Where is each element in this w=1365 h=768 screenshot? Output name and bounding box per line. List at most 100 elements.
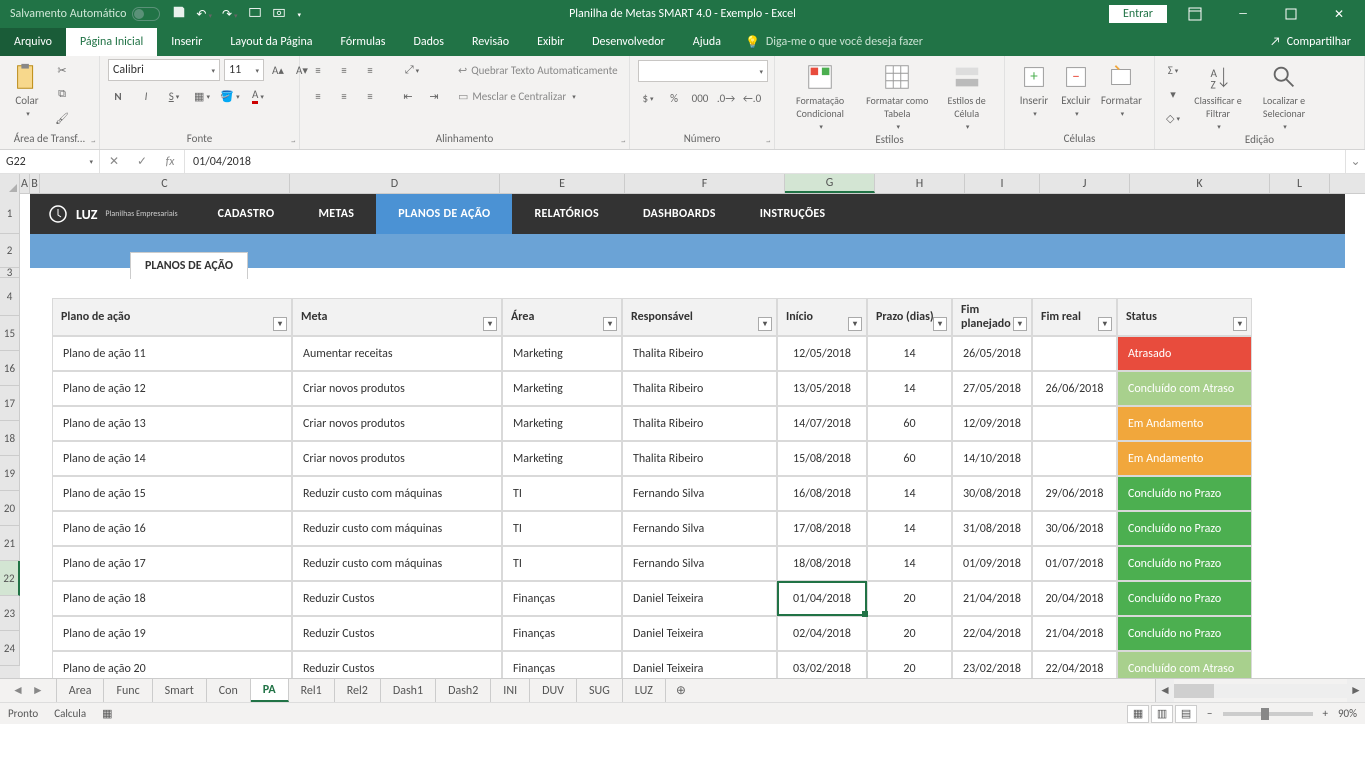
row-header-23[interactable]: 23 <box>0 596 20 631</box>
filter-icon[interactable]: ▾ <box>933 317 947 331</box>
minimize-icon[interactable]: ― <box>1223 0 1263 28</box>
cell[interactable]: 01/04/2018 <box>777 581 867 616</box>
filter-icon[interactable]: ▾ <box>483 317 497 331</box>
name-box[interactable]: G22▾ <box>0 150 100 173</box>
cell[interactable]: Thalita Ribeiro <box>622 441 777 476</box>
cell[interactable]: Marketing <box>502 441 622 476</box>
file-tab[interactable]: Arquivo <box>0 28 66 56</box>
font-size-combo[interactable]: 11▾ <box>224 59 264 81</box>
cell[interactable]: 26/05/2018 <box>952 336 1032 371</box>
cell[interactable]: Concluído no Prazo <box>1117 546 1252 581</box>
cell[interactable]: Marketing <box>502 406 622 441</box>
row-header-20[interactable]: 20 <box>0 491 20 526</box>
cell[interactable]: Concluído com Atraso <box>1117 371 1252 406</box>
filter-icon[interactable]: ▾ <box>273 317 287 331</box>
row-header-2[interactable]: 2 <box>0 234 20 268</box>
cell[interactable]: Plano de ação 19 <box>52 616 292 651</box>
cell[interactable]: Plano de ação 18 <box>52 581 292 616</box>
cell[interactable]: 01/09/2018 <box>952 546 1032 581</box>
cell[interactable]: Daniel Teixeira <box>622 616 777 651</box>
horizontal-scrollbar[interactable]: ◄ ► <box>1155 679 1365 702</box>
font-name-combo[interactable]: Calibri▾ <box>108 59 220 81</box>
cell[interactable]: 20/04/2018 <box>1032 581 1117 616</box>
ribbon-tab-exibir[interactable]: Exibir <box>523 28 578 56</box>
cancel-formula-icon[interactable]: ✕ <box>100 154 128 169</box>
sheet-nav-next-icon[interactable]: ► <box>32 683 44 698</box>
border-icon[interactable]: ▦▾ <box>192 86 212 106</box>
col-header--rea[interactable]: Área▾ <box>502 298 622 336</box>
sheet-tab-dash2[interactable]: Dash2 <box>436 679 491 702</box>
cell[interactable]: TI <box>502 546 622 581</box>
nav-instruções[interactable]: INSTRUÇÕES <box>738 194 848 234</box>
cell[interactable]: Criar novos produtos <box>292 406 502 441</box>
ribbon-tab-ajuda[interactable]: Ajuda <box>679 28 735 56</box>
ribbon-tab-revisão[interactable]: Revisão <box>458 28 523 56</box>
cell[interactable]: 12/05/2018 <box>777 336 867 371</box>
cell[interactable]: Plano de ação 20 <box>52 651 292 678</box>
cell[interactable]: 21/04/2018 <box>952 581 1032 616</box>
clear-icon[interactable]: ◇▾ <box>1163 108 1183 128</box>
page-layout-view-icon[interactable]: ▥ <box>1151 705 1173 723</box>
cell[interactable]: Em Andamento <box>1117 406 1252 441</box>
cell[interactable]: Atrasado <box>1117 336 1252 371</box>
save-icon[interactable] <box>172 5 186 23</box>
tell-me-search[interactable]: 💡 Diga-me o que você deseja fazer <box>735 28 923 56</box>
cell[interactable]: Aumentar receitas <box>292 336 502 371</box>
cell[interactable]: TI <box>502 476 622 511</box>
fill-icon[interactable]: ▾ <box>1163 84 1183 104</box>
col-header-in-cio[interactable]: Início▾ <box>777 298 867 336</box>
orientation-icon[interactable]: ⤢▾ <box>402 60 422 80</box>
ribbon-tab-desenvolvedor[interactable]: Desenvolvedor <box>578 28 679 56</box>
cell[interactable]: 30/08/2018 <box>952 476 1032 511</box>
cell[interactable]: 15/08/2018 <box>777 441 867 476</box>
format-painter-icon[interactable]: 🖌 <box>52 108 72 128</box>
decrease-indent-icon[interactable]: ⇤ <box>398 86 418 106</box>
increase-decimal-icon[interactable]: .0→ <box>716 88 736 108</box>
cell[interactable]: Finanças <box>502 581 622 616</box>
macro-record-icon[interactable]: ▦ <box>102 707 112 720</box>
sheet-tab-pa[interactable]: PA <box>251 679 289 702</box>
cell[interactable]: Concluído no Prazo <box>1117 616 1252 651</box>
camera-icon[interactable] <box>272 5 286 23</box>
paste-button[interactable]: Colar ▾ <box>8 60 46 120</box>
scroll-left-icon[interactable]: ◄ <box>1156 679 1174 702</box>
column-header-F[interactable]: F <box>625 174 785 193</box>
sheet-tab-dash1[interactable]: Dash1 <box>381 679 436 702</box>
cell[interactable]: Plano de ação 17 <box>52 546 292 581</box>
nav-relatórios[interactable]: RELATÓRIOS <box>512 194 621 234</box>
cell[interactable]: Plano de ação 15 <box>52 476 292 511</box>
cell[interactable]: Fernando Silva <box>622 546 777 581</box>
sheet-nav-prev-icon[interactable]: ◄ <box>12 683 24 698</box>
increase-indent-icon[interactable]: ⇥ <box>424 86 444 106</box>
enter-formula-icon[interactable]: ✓ <box>128 154 156 169</box>
cell[interactable]: 14 <box>867 546 952 581</box>
cell[interactable] <box>1032 336 1117 371</box>
sheet-tab-smart[interactable]: Smart <box>153 679 207 702</box>
cell[interactable]: Em Andamento <box>1117 441 1252 476</box>
autosave-toggle[interactable]: Salvamento Automático <box>10 7 160 21</box>
new-sheet-button[interactable]: ⊕ <box>666 679 696 702</box>
find-select-button[interactable]: Localizar e Selecionar▾ <box>1253 60 1315 133</box>
ribbon-tab-dados[interactable]: Dados <box>399 28 457 56</box>
row-header-18[interactable]: 18 <box>0 421 20 456</box>
undo-icon[interactable]: ↶▾ <box>196 7 212 22</box>
fill-color-icon[interactable]: 🪣▾ <box>220 86 240 106</box>
col-header-prazo-dias-[interactable]: Prazo (dias)▾ <box>867 298 952 336</box>
sheet-tab-ini[interactable]: INI <box>491 679 530 702</box>
align-right-icon[interactable]: ≡ <box>360 86 380 106</box>
cell[interactable]: 60 <box>867 406 952 441</box>
italic-icon[interactable]: I <box>136 86 156 106</box>
font-color-icon[interactable]: A▾ <box>248 86 268 106</box>
col-header-fim-planejado[interactable]: Fim planejado▾ <box>952 298 1032 336</box>
cell[interactable]: Finanças <box>502 651 622 678</box>
number-format-combo[interactable]: ▾ <box>638 60 768 82</box>
bold-icon[interactable]: N <box>108 86 128 106</box>
column-header-J[interactable]: J <box>1040 174 1130 193</box>
column-header-G[interactable]: G <box>785 174 875 193</box>
filter-icon[interactable]: ▾ <box>848 317 862 331</box>
align-top-icon[interactable]: ≡ <box>308 60 328 80</box>
cell[interactable]: Reduzir custo com máquinas <box>292 546 502 581</box>
nav-dashboards[interactable]: DASHBOARDS <box>621 194 738 234</box>
maximize-icon[interactable] <box>1271 0 1311 28</box>
autosum-icon[interactable]: Σ▾ <box>1163 60 1183 80</box>
